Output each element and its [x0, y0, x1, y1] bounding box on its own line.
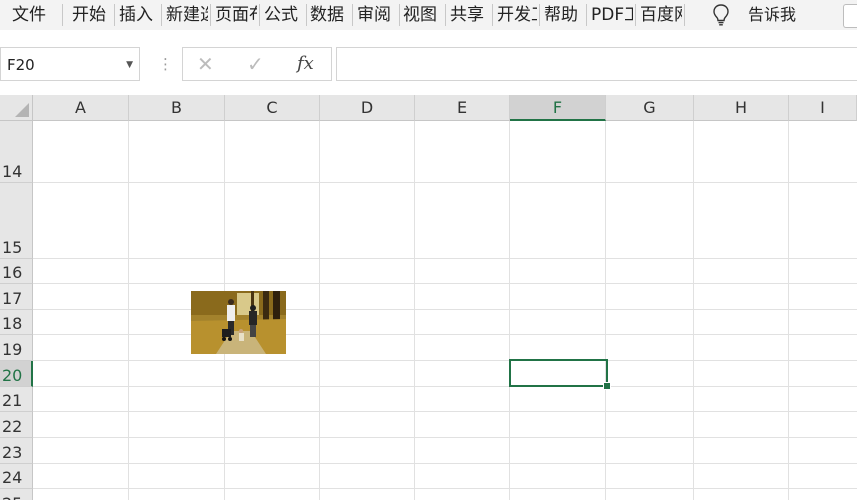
tab-divider [210, 4, 211, 26]
ribbon-tab-bar: 文件 开始 插入 新建选项卡 页面布局 公式 数据 审阅 视图 共享 开发工具 … [0, 0, 857, 30]
row-header-21[interactable]: 21 [0, 387, 33, 412]
column-header-g[interactable]: G [606, 95, 694, 121]
fill-handle[interactable] [603, 382, 611, 390]
tab-divider [445, 4, 446, 26]
row-number: 20 [2, 366, 23, 385]
column-header-d[interactable]: D [320, 95, 415, 121]
gridline [128, 121, 129, 500]
formula-input[interactable] [336, 47, 857, 81]
tab-help[interactable]: 帮助 [544, 0, 584, 30]
gridline [33, 283, 857, 284]
gridline [33, 411, 857, 412]
row-header-19[interactable]: 19 [0, 335, 33, 361]
tab-developer[interactable]: 开发工具 [497, 0, 537, 30]
gridline [693, 121, 694, 500]
column-header-i[interactable]: I [789, 95, 857, 121]
tab-divider [161, 4, 162, 26]
lightbulb-icon[interactable] [710, 3, 732, 27]
column-header-c[interactable]: C [225, 95, 320, 121]
chevron-down-icon[interactable]: ▼ [126, 48, 133, 82]
tab-divider [114, 4, 115, 26]
tab-home[interactable]: 开始 [72, 0, 112, 30]
row-number: 18 [2, 314, 23, 333]
gridline [319, 121, 320, 500]
row-number: 23 [2, 443, 23, 462]
row-header-16[interactable]: 16 [0, 259, 33, 284]
row-header-25[interactable]: 25 [0, 489, 33, 500]
tab-divider [684, 4, 685, 26]
gridline [788, 121, 789, 500]
column-header-e[interactable]: E [415, 95, 510, 121]
row-header-22[interactable]: 22 [0, 412, 33, 438]
tab-divider [399, 4, 400, 26]
gridline [414, 121, 415, 500]
formula-buttons: ✕ ✓ fx [182, 47, 332, 81]
row-number: 21 [2, 391, 23, 410]
row-number: 16 [2, 263, 23, 282]
row-number: 25 [2, 494, 22, 500]
row-header-18[interactable]: 18 [0, 310, 33, 335]
cancel-icon[interactable]: ✕ [197, 48, 214, 80]
worksheet-grid[interactable]: A B C D E F G H I 14 15 16 17 18 19 20 2… [0, 95, 857, 500]
tab-divider [586, 4, 587, 26]
gridline [33, 386, 857, 387]
gridline [33, 463, 857, 464]
gridline [33, 488, 857, 489]
row-number: 17 [2, 289, 23, 308]
tab-file[interactable]: 文件 [12, 0, 56, 30]
fx-icon[interactable]: fx [297, 48, 314, 80]
gridline [33, 437, 857, 438]
row-header-23[interactable]: 23 [0, 438, 33, 464]
tab-divider [635, 4, 636, 26]
column-header-a[interactable]: A [33, 95, 129, 121]
row-header-14[interactable]: 14 [0, 121, 33, 183]
ribbon-overflow-edge [843, 4, 857, 28]
tab-new[interactable]: 新建选项卡 [166, 0, 208, 30]
tab-page-layout[interactable]: 页面布局 [215, 0, 257, 30]
tab-view[interactable]: 视图 [403, 0, 443, 30]
name-box[interactable]: F20 ▼ [0, 47, 140, 81]
tab-insert[interactable]: 插入 [119, 0, 159, 30]
row-number: 15 [2, 238, 23, 257]
gridline [33, 309, 857, 310]
row-header-24[interactable]: 24 [0, 464, 33, 489]
row-header-20[interactable]: 20 [0, 361, 33, 387]
gridline [33, 182, 857, 183]
tab-divider [539, 4, 540, 26]
tab-baidu-netdisk[interactable]: 百度网盘 [640, 0, 682, 30]
row-number: 19 [2, 340, 23, 359]
name-box-value: F20 [7, 56, 35, 74]
gridline [33, 334, 857, 335]
tell-me-search[interactable]: 告诉我 [748, 0, 796, 30]
row-number: 22 [2, 417, 23, 436]
tab-pdf-tools[interactable]: PDF工具集 [591, 0, 633, 30]
tab-share[interactable]: 共享 [450, 0, 490, 30]
row-number: 14 [2, 162, 23, 181]
row-header-15[interactable]: 15 [0, 183, 33, 259]
gridline [33, 258, 857, 259]
column-header-b[interactable]: B [129, 95, 225, 121]
tab-divider [352, 4, 353, 26]
inserted-picture[interactable] [191, 291, 286, 354]
checkmark-icon[interactable]: ✓ [247, 48, 264, 80]
tab-divider [259, 4, 260, 26]
tab-data[interactable]: 数据 [310, 0, 350, 30]
active-cell[interactable] [509, 359, 608, 387]
gridline [33, 360, 857, 361]
tab-divider [62, 4, 63, 26]
tab-divider [306, 4, 307, 26]
row-header-17[interactable]: 17 [0, 284, 33, 310]
tab-divider [492, 4, 493, 26]
row-number: 24 [2, 468, 23, 487]
select-all-button[interactable] [0, 95, 33, 121]
column-header-f[interactable]: F [510, 95, 606, 121]
tab-formulas[interactable]: 公式 [264, 0, 304, 30]
tab-review[interactable]: 审阅 [357, 0, 397, 30]
gridline [605, 121, 606, 500]
gridline [509, 121, 510, 500]
column-header-h[interactable]: H [694, 95, 789, 121]
formula-bar-grip-icon[interactable]: ⋮ [158, 50, 173, 78]
